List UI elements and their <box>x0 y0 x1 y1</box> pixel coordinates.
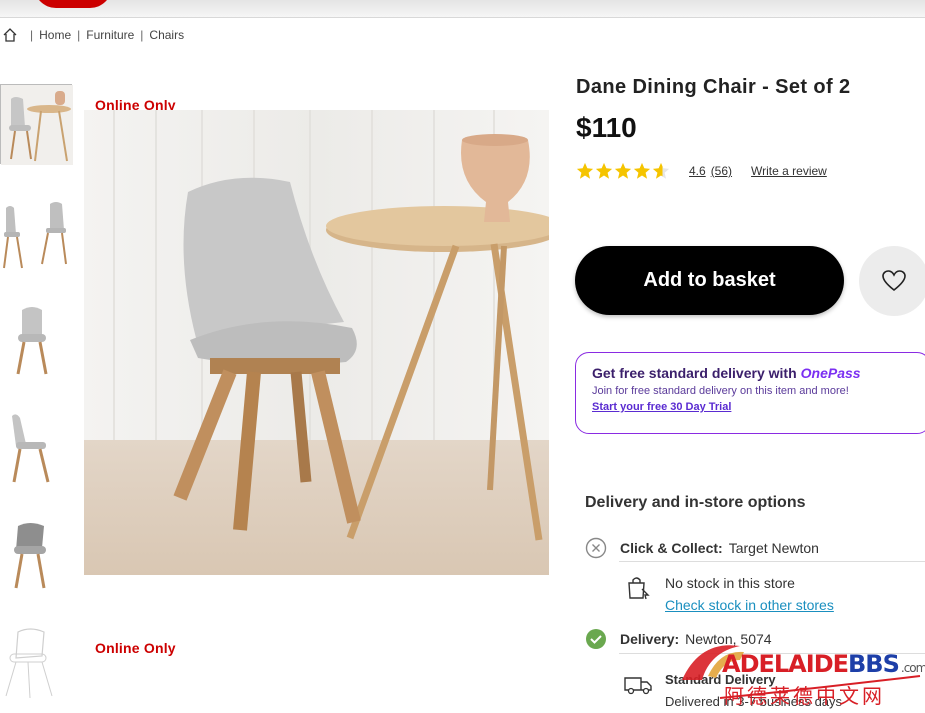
site-watermark: ADELAIDEBBS .com 阿德莱德中文网 <box>680 640 925 713</box>
thumbnail-5[interactable] <box>0 514 72 594</box>
breadcrumb-separator: | <box>30 28 34 42</box>
breadcrumb-separator: | <box>140 28 144 42</box>
thumbnail-1[interactable] <box>0 84 73 165</box>
add-to-basket-button[interactable]: Add to basket <box>575 246 844 315</box>
thumbnail-2[interactable] <box>0 198 72 278</box>
online-only-badge: Online Only <box>95 640 176 656</box>
selected-store[interactable]: Target Newton <box>729 540 819 556</box>
home-icon[interactable] <box>2 27 18 43</box>
divider <box>619 561 925 562</box>
onepass-logo: OnePass <box>800 365 861 381</box>
write-review-link[interactable]: Write a review <box>751 164 827 178</box>
star-icon <box>614 162 632 179</box>
check-stock-link[interactable]: Check stock in other stores <box>665 597 834 613</box>
product-title: Dane Dining Chair - Set of 2 <box>576 76 851 98</box>
breadcrumb-separator: | <box>77 28 81 42</box>
rating-count-link[interactable]: (56) <box>711 164 732 178</box>
rating-summary: 4.6 (56) Write a review <box>576 162 827 180</box>
onepass-subtext: Join for free standard delivery on this … <box>592 385 849 397</box>
star-icon <box>595 162 613 179</box>
thumbnail-3[interactable] <box>0 302 72 382</box>
breadcrumb: | Home | Furniture | Chairs <box>2 26 184 44</box>
delivery-label: Delivery: <box>620 631 680 647</box>
star-icon <box>576 162 594 179</box>
thumbnail-4[interactable] <box>0 408 72 488</box>
product-price: $110 <box>576 112 637 143</box>
onepass-headline-text: Get free standard delivery with <box>592 365 797 381</box>
rating-value-link[interactable]: 4.6 <box>689 164 706 178</box>
onepass-promo-card: Get free standard delivery with OnePass … <box>575 352 925 434</box>
star-icon <box>633 162 651 179</box>
watermark-brand-red: ADELAIDE <box>722 650 849 678</box>
breadcrumb-home-link[interactable]: Home <box>39 28 71 42</box>
wishlist-button[interactable] <box>859 246 925 316</box>
watermark-suffix: .com <box>900 661 925 675</box>
star-rating <box>576 162 671 180</box>
watermark-text: ADELAIDEBBS .com <box>722 650 925 678</box>
click-collect-icon <box>628 577 650 600</box>
watermark-brand-blue: BBS <box>848 650 900 678</box>
breadcrumb-chairs-link[interactable]: Chairs <box>149 28 184 42</box>
breadcrumb-furniture-link[interactable]: Furniture <box>86 28 134 42</box>
check-circle-icon <box>586 629 606 649</box>
star-half-icon <box>652 162 670 179</box>
truck-icon <box>624 677 652 695</box>
no-stock-text: No stock in this store <box>665 575 795 591</box>
onepass-headline: Get free standard delivery with OnePass <box>592 365 925 381</box>
click-collect-row[interactable]: Click & Collect: Target Newton <box>585 537 819 559</box>
top-header-strip <box>0 0 925 18</box>
click-collect-label: Click & Collect: <box>620 540 723 556</box>
heart-icon <box>882 270 906 292</box>
thumbnail-6[interactable] <box>0 622 72 702</box>
watermark-chinese-text: 阿德莱德中文网 <box>724 684 885 708</box>
main-product-image[interactable] <box>84 110 549 575</box>
x-circle-icon <box>585 537 607 559</box>
delivery-options-heading: Delivery and in-store options <box>585 494 806 511</box>
brand-logo[interactable] <box>34 0 112 8</box>
onepass-trial-link[interactable]: Start your free 30 Day Trial <box>592 401 731 413</box>
